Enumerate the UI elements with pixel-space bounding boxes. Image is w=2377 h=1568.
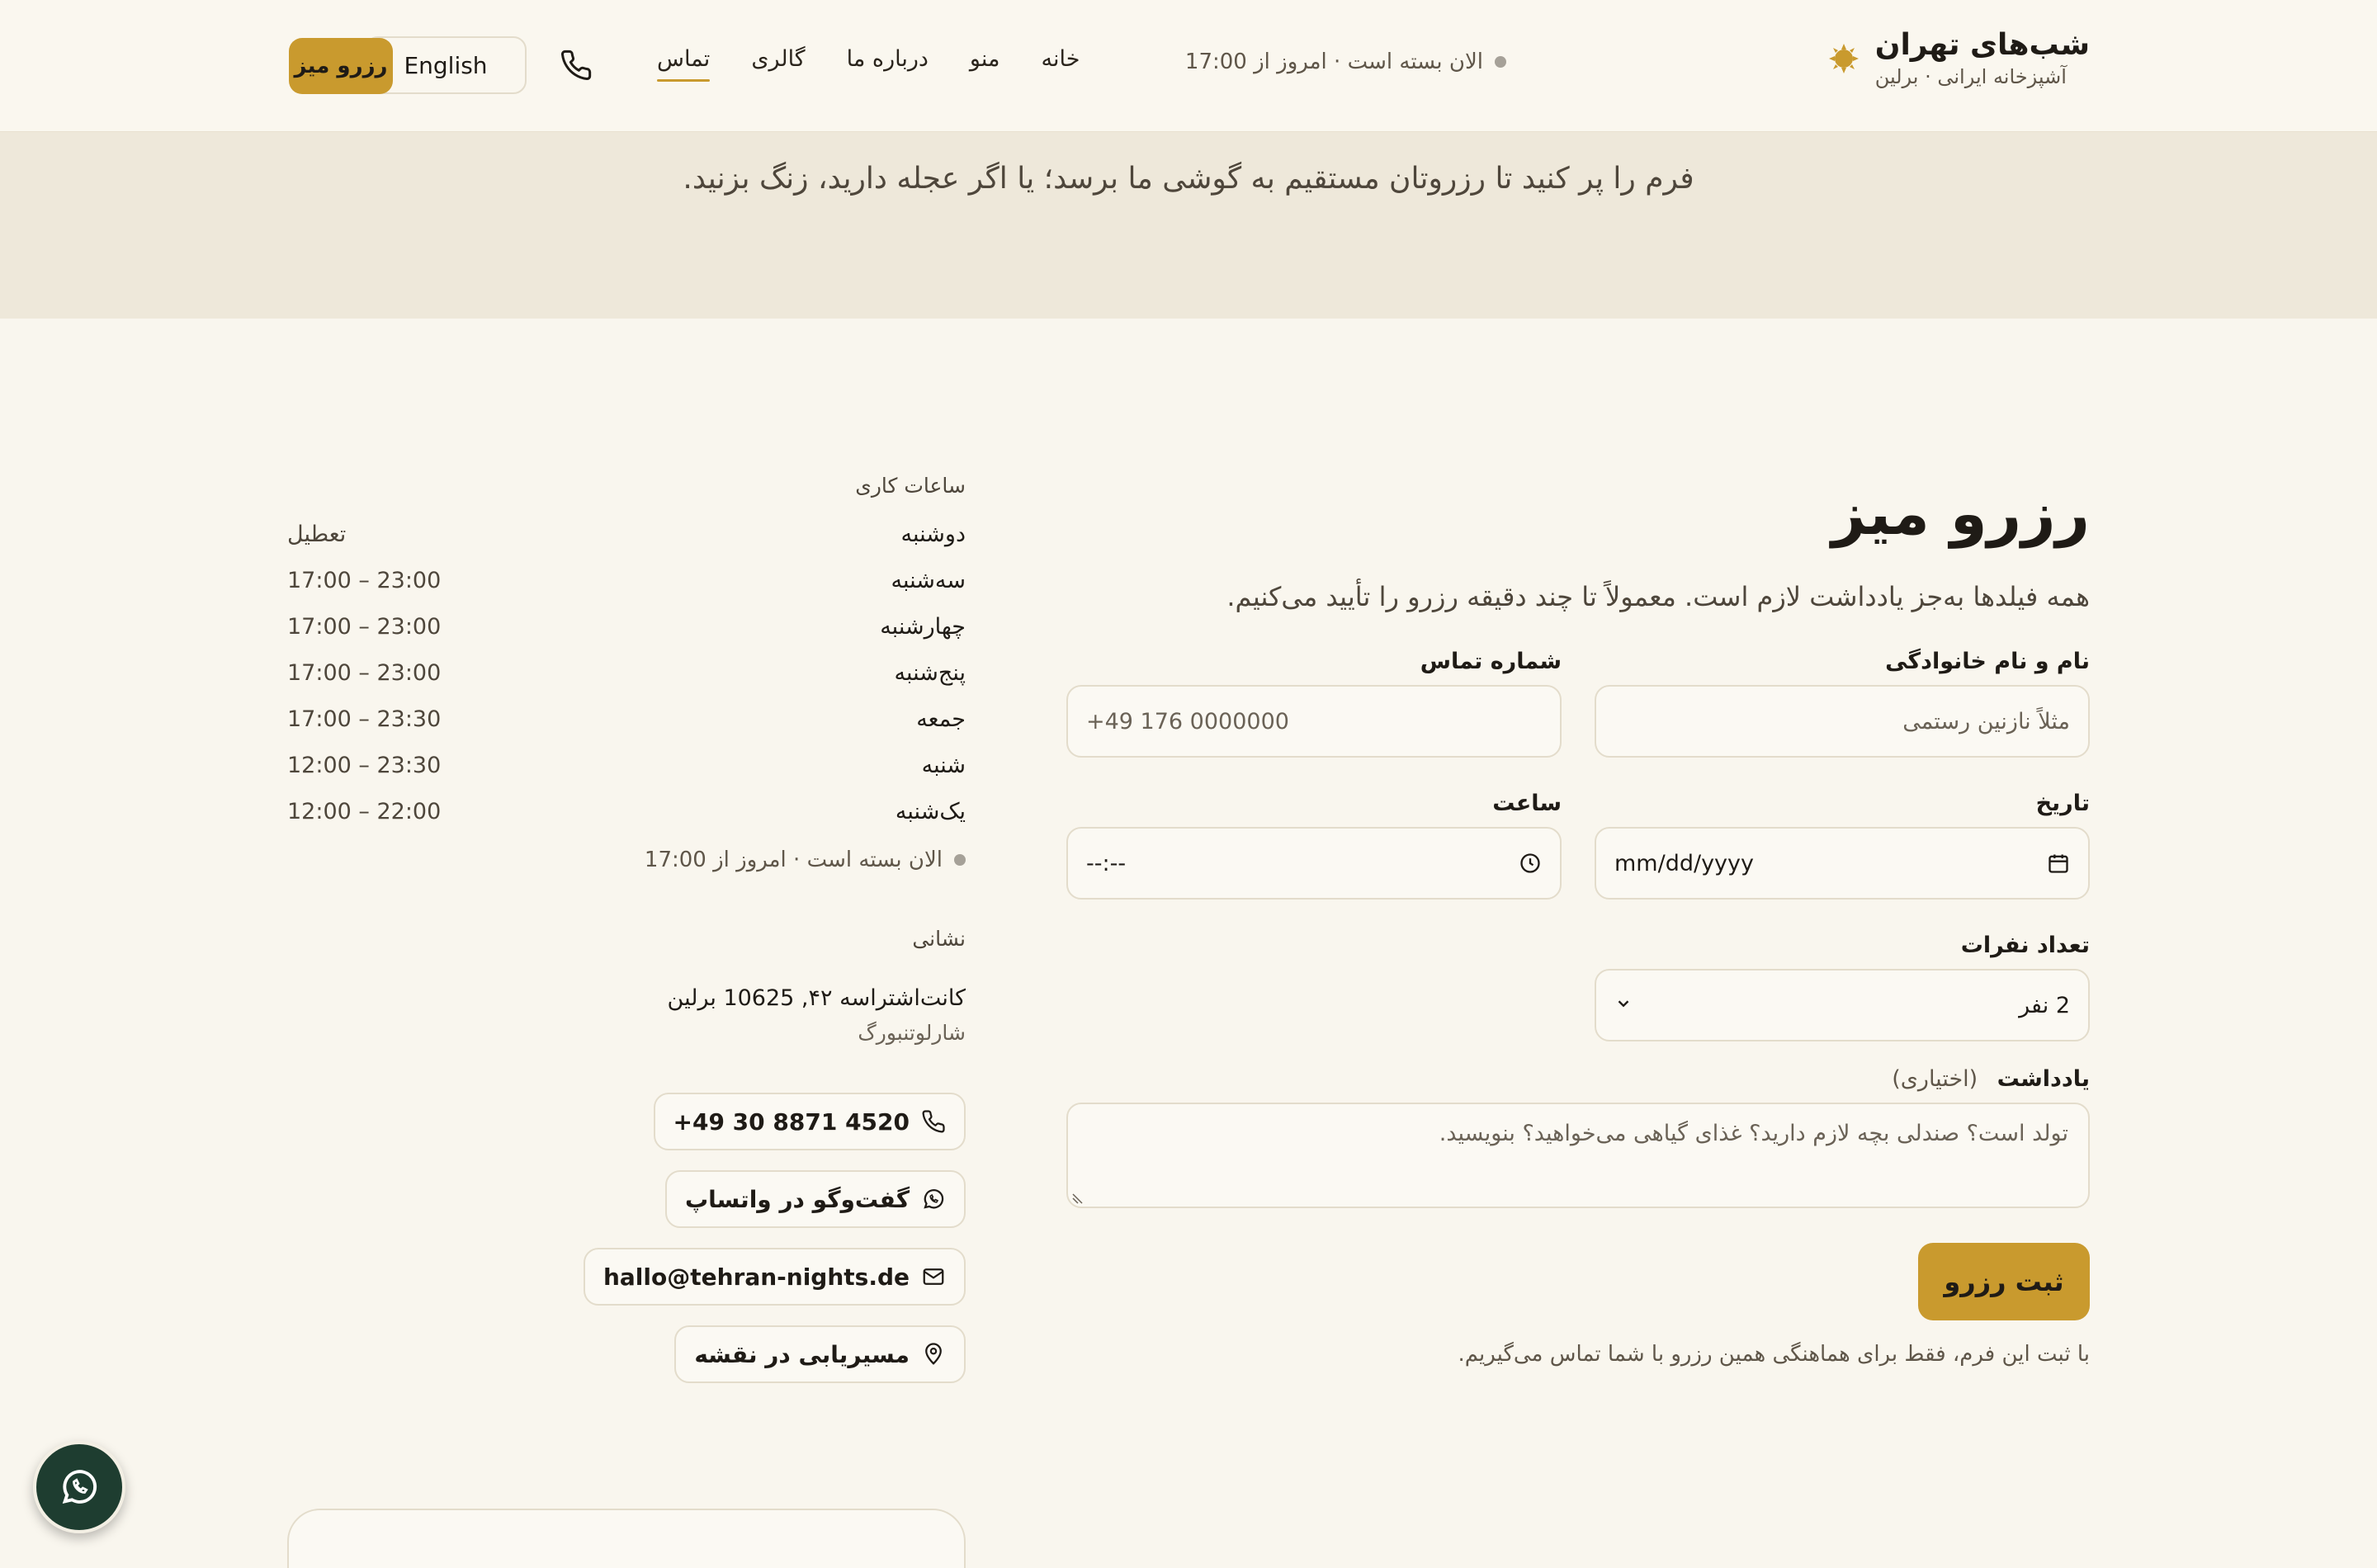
- form-title: رزرو میز: [1831, 479, 2090, 548]
- form-footnote: با ثبت این فرم، فقط برای هماهنگی همین رز…: [1458, 1342, 2090, 1367]
- hours-row: دوشنبه تعطیل: [287, 511, 966, 557]
- map-directions-button[interactable]: مسیریابی در نقشه: [674, 1325, 966, 1383]
- time-input[interactable]: --:--: [1066, 827, 1562, 900]
- hours-day: سه‌شنبه: [891, 567, 966, 593]
- hours-time: 17:00 – 23:00: [287, 659, 442, 686]
- hours-time: 17:00 – 23:30: [287, 706, 442, 732]
- phone-label: شماره تماس: [1420, 649, 1562, 674]
- address-line-2: شارلوتنبورگ: [858, 1021, 966, 1045]
- phone-icon: [922, 1110, 945, 1133]
- name-placeholder: مثلاً نازنین رستمی: [1902, 708, 2070, 734]
- hours-day: یک‌شنبه: [895, 798, 966, 824]
- hours-list: دوشنبه تعطیل سه‌شنبه 17:00 – 23:00 چهارشنب…: [287, 511, 966, 834]
- hours-row: چهارشنبه 17:00 – 23:00: [287, 603, 966, 649]
- site-header: شب‌های تهران آشپزخانه ایرانی · برلین: [0, 0, 2377, 132]
- name-field-group: نام و نام خانوادگی مثلاً نازنین رستمی: [1595, 649, 2090, 758]
- email-button-label: hallo@tehran-nights.de: [603, 1263, 910, 1291]
- status-dot-icon: [954, 854, 966, 866]
- hours-time: تعطیل: [287, 521, 347, 547]
- map-button-label: مسیریابی در نقشه: [694, 1340, 910, 1368]
- nav-menu[interactable]: منو: [970, 46, 1000, 80]
- whatsapp-icon: [62, 1470, 97, 1504]
- form-subtitle: همه فیلدها به‌جز یادداشت لازم است. معمول…: [1226, 581, 2090, 612]
- guests-value: 2 نفر: [2019, 992, 2070, 1018]
- hours-row: سه‌شنبه 17:00 – 23:00: [287, 557, 966, 603]
- phone-field-group: شماره تماس +49 176 0000000: [1066, 649, 1562, 758]
- open-status-text: الان بسته است · امروز از 17:00: [1184, 50, 1483, 74]
- header-phone-button[interactable]: [555, 46, 598, 84]
- hours-day: شنبه: [921, 752, 966, 778]
- hours-time: 12:00 – 23:30: [287, 752, 442, 778]
- whatsapp-icon: [924, 1189, 944, 1209]
- email-button[interactable]: hallo@tehran-nights.de: [583, 1248, 966, 1306]
- hours-row: پنج‌شنبه 17:00 – 23:00: [287, 649, 966, 696]
- notes-label-row: یادداشت (اختیاری): [1066, 1066, 2090, 1103]
- date-input[interactable]: mm/dd/yyyy: [1595, 827, 2090, 900]
- time-placeholder: --:--: [1086, 850, 1127, 876]
- header-reserve-button[interactable]: رزرو میز: [289, 38, 393, 94]
- banner-text: فرم را پر کنید تا رزروتان مستقیم به گوشی…: [683, 162, 1694, 196]
- time-label: ساعت: [1492, 791, 1562, 816]
- whatsapp-button[interactable]: گفت‌وگو در واتساپ: [665, 1170, 966, 1228]
- phone-input[interactable]: +49 176 0000000: [1066, 685, 1562, 758]
- reservation-form: رزرو میز همه فیلدها به‌جز یادداشت لازم ا…: [1066, 479, 2090, 1367]
- status-dot-icon: [1495, 56, 1506, 68]
- nav-about[interactable]: درباره ما: [847, 46, 929, 80]
- hours-row: شنبه 12:00 – 23:30: [287, 742, 966, 788]
- open-status: الان بسته است · امروز از 17:00: [1185, 50, 1506, 74]
- brand[interactable]: شب‌های تهران آشپزخانه ایرانی · برلین: [1827, 28, 2090, 88]
- brand-text: شب‌های تهران آشپزخانه ایرانی · برلین: [1875, 28, 2090, 88]
- brand-subtitle: آشپزخانه ایرانی · برلین: [1874, 65, 2067, 88]
- hours-row: جمعه 17:00 – 23:30: [287, 696, 966, 742]
- notes-placeholder: تولد است؟ صندلی بچه لازم دارید؟ غذای گیا…: [1439, 1121, 2068, 1146]
- mail-icon: [923, 1268, 944, 1285]
- map-card: [287, 1509, 966, 1568]
- hours-row: یک‌شنبه 12:00 – 22:00: [287, 788, 966, 834]
- hours-title: ساعات کاری: [855, 474, 966, 498]
- guests-label: تعداد نفرات: [1960, 933, 2090, 958]
- name-input[interactable]: مثلاً نازنین رستمی: [1595, 685, 2090, 758]
- main-nav: خانه منو درباره ما گالری تماس: [657, 46, 1080, 82]
- name-label: نام و نام خانوادگی: [1885, 649, 2090, 674]
- nav-gallery[interactable]: گالری: [751, 46, 805, 80]
- sidebar-status-text: الان بسته است · امروز از 17:00: [644, 848, 943, 872]
- brand-name: شب‌های تهران: [1874, 28, 2090, 62]
- call-button[interactable]: +49 30 8871 4520: [653, 1093, 966, 1150]
- phone-placeholder: +49 176 0000000: [1086, 708, 1289, 734]
- calendar-icon[interactable]: [2047, 852, 2070, 875]
- notes-label: یادداشت: [1997, 1066, 2090, 1092]
- hours-day: چهارشنبه: [880, 613, 966, 640]
- sidebar-open-status: الان بسته است · امروز از 17:00: [287, 848, 966, 872]
- floating-whatsapp-button[interactable]: [33, 1441, 125, 1533]
- sun-logo-icon: [1827, 42, 1860, 75]
- date-field-group: تاریخ mm/dd/yyyy: [1595, 791, 2090, 900]
- contact-banner: فرم را پر کنید تا رزروتان مستقیم به گوشی…: [0, 132, 2377, 319]
- nav-contact[interactable]: تماس: [657, 46, 711, 82]
- whatsapp-button-label: گفت‌وگو در واتساپ: [685, 1185, 910, 1213]
- phone-icon: [561, 50, 592, 80]
- contact-sidebar: ساعات کاری دوشنبه تعطیل سه‌شنبه 17:00 – 23…: [287, 474, 966, 1383]
- chevron-down-icon: [1614, 993, 1633, 1018]
- time-field-group: ساعت --:--: [1066, 791, 1562, 900]
- hours-time: 12:00 – 22:00: [287, 798, 442, 824]
- hours-time: 17:00 – 23:00: [287, 567, 442, 593]
- nav-home[interactable]: خانه: [1041, 46, 1080, 80]
- notes-textarea[interactable]: تولد است؟ صندلی بچه لازم دارید؟ غذای گیا…: [1066, 1103, 2090, 1208]
- call-button-label: +49 30 8871 4520: [673, 1108, 910, 1136]
- guests-select[interactable]: 2 نفر: [1595, 969, 2090, 1041]
- clock-icon[interactable]: [1519, 852, 1542, 875]
- hours-day: جمعه: [916, 706, 966, 732]
- hours-day: دوشنبه: [900, 521, 966, 547]
- notes-optional: (اختیاری): [1892, 1066, 1978, 1092]
- hours-time: 17:00 – 23:00: [287, 613, 442, 640]
- guests-field-group: تعداد نفرات 2 نفر: [1595, 933, 2090, 1041]
- resize-handle-icon[interactable]: [1071, 1192, 1085, 1205]
- address-title: نشانی: [912, 927, 966, 951]
- submit-reservation-button[interactable]: ثبت رزرو: [1918, 1243, 2090, 1320]
- date-placeholder: mm/dd/yyyy: [1614, 850, 1754, 876]
- date-label: تاریخ: [2035, 791, 2090, 816]
- map-pin-icon: [925, 1343, 942, 1365]
- address-line-1: کانت‌اشتراسه ۴۲, 10625 برلین: [667, 985, 966, 1011]
- hours-day: پنج‌شنبه: [894, 659, 966, 686]
